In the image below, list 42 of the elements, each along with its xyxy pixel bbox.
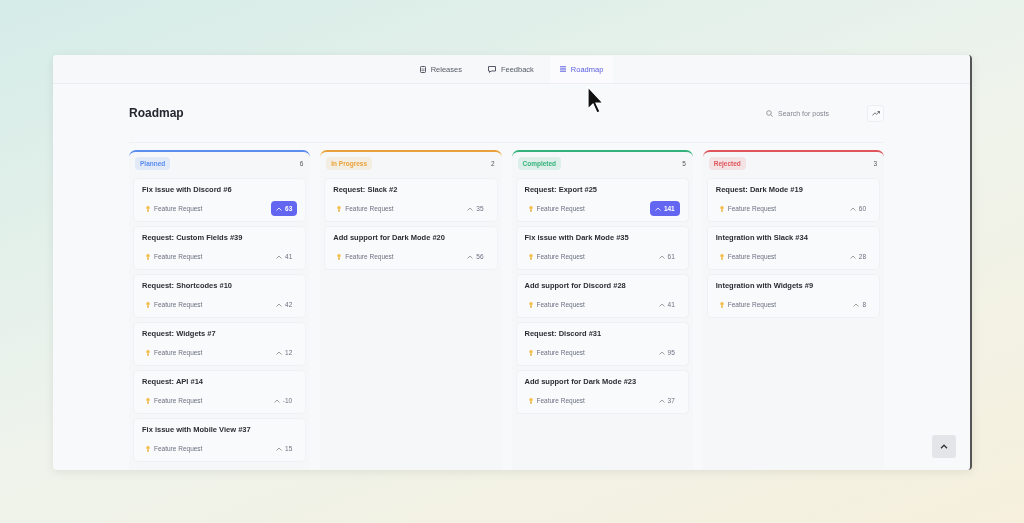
chevron-up-icon (276, 446, 282, 451)
lightbulb-icon (528, 397, 533, 404)
mouse-cursor-icon (587, 86, 605, 114)
chevron-up-icon (276, 254, 282, 259)
chevron-up-icon (276, 206, 282, 211)
chat-icon (487, 65, 496, 73)
lightbulb-icon (528, 253, 533, 260)
list-icon (559, 66, 566, 72)
lightbulb-icon (719, 205, 724, 212)
lightbulb-icon (337, 253, 342, 260)
lightbulb-icon (146, 205, 150, 212)
trend-button[interactable] (867, 104, 884, 122)
lightbulb-icon (146, 349, 150, 356)
chevron-up-icon (658, 398, 665, 403)
chevron-up-icon (849, 254, 856, 259)
search-icon (766, 109, 773, 117)
chevron-up-icon (467, 254, 474, 259)
chevron-up-icon (940, 444, 948, 449)
chevron-up-icon (658, 302, 665, 307)
chevron-up-icon (276, 350, 282, 355)
chevron-up-icon (276, 302, 282, 307)
scroll-top-button[interactable] (932, 435, 956, 458)
lightbulb-icon (528, 205, 533, 212)
chevron-up-icon (849, 206, 856, 211)
chevron-up-icon (273, 398, 280, 403)
chevron-up-icon (853, 302, 860, 307)
lightbulb-icon (719, 253, 724, 260)
chevron-up-icon (654, 206, 661, 211)
trend-icon (871, 110, 880, 116)
lightbulb-icon (528, 349, 533, 356)
page-title: Roadmap (129, 106, 184, 120)
lightbulb-icon (528, 301, 533, 308)
lightbulb-icon (146, 397, 150, 404)
lightbulb-icon (146, 301, 150, 308)
chevron-up-icon (467, 206, 474, 211)
chevron-up-icon (658, 254, 665, 259)
lightbulb-icon (337, 205, 342, 212)
document-icon (419, 65, 426, 73)
lightbulb-icon (146, 253, 150, 260)
chevron-up-icon (658, 350, 665, 355)
lightbulb-icon (146, 445, 150, 452)
lightbulb-icon (719, 301, 724, 308)
